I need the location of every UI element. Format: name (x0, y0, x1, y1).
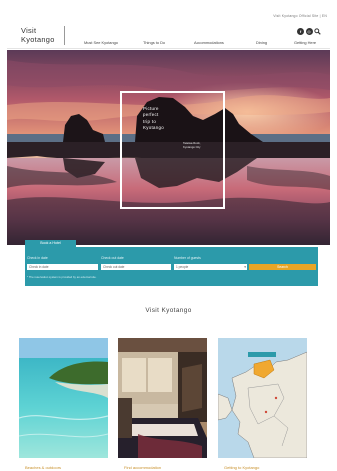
nav-getting-here[interactable]: Getting Here (294, 40, 316, 45)
checkout-input[interactable]: Check out date (101, 264, 171, 270)
photo-credit: Tateiwa Rock, Kyotango City (183, 141, 201, 149)
nav-accommodations[interactable]: Accommodations (194, 40, 224, 45)
card-accommodation-image[interactable] (118, 338, 207, 458)
card-beach-caption[interactable]: Beaches & outdoors (25, 465, 61, 470)
checkout-label: Check out date (101, 256, 124, 260)
nav-things-to-do[interactable]: Things to Do (143, 40, 165, 45)
photo-frame (120, 91, 225, 209)
logo-divider (64, 26, 65, 45)
site-logo[interactable]: Visit Kyotango (21, 26, 55, 44)
checkin-input[interactable]: Check in date (27, 264, 98, 270)
guests-label: Number of guests (174, 256, 201, 260)
photo-credit-line2: Kyotango City (183, 144, 201, 149)
card-accommodation-caption[interactable]: Find accommodation (124, 465, 161, 470)
search-icon[interactable] (314, 28, 321, 35)
search-button[interactable]: Search (249, 264, 316, 270)
checkout-value: Check out date (103, 265, 125, 269)
card-beach-image[interactable] (19, 338, 108, 458)
card-map-image[interactable] (218, 338, 307, 458)
chevron-down-icon: ▾ (244, 265, 246, 269)
card-map-caption[interactable]: Getting to Kyotango (224, 465, 259, 470)
header-divider (7, 48, 330, 49)
hero-tagline: Picture perfect trip to Kyotango (143, 106, 164, 132)
logo-line2: Kyotango (21, 34, 55, 44)
section-title: Visit Kyotango (145, 307, 192, 314)
nav-must-see[interactable]: Must See Kyotango (84, 40, 118, 45)
reservation-note: * The reservation system is provided by … (27, 275, 97, 279)
guests-select[interactable]: 1 people ▾ (174, 264, 247, 270)
social-links: f ◎ (297, 28, 321, 35)
instagram-icon[interactable]: ◎ (305, 28, 313, 35)
guests-value: 1 people (176, 265, 189, 269)
tagline-line4: Kyotango (143, 125, 164, 131)
checkin-label: Check in date (27, 256, 48, 260)
tab-book-hotel[interactable]: Book a Hotel (25, 240, 76, 247)
checkin-value: Check in date (29, 265, 49, 269)
top-link[interactable]: Visit Kyotango Official Site | EN (273, 14, 327, 18)
hero-image: Picture perfect trip to Kyotango Tateiwa… (7, 50, 330, 245)
facebook-icon[interactable]: f (297, 28, 304, 35)
nav-dining[interactable]: Dining (256, 40, 267, 45)
